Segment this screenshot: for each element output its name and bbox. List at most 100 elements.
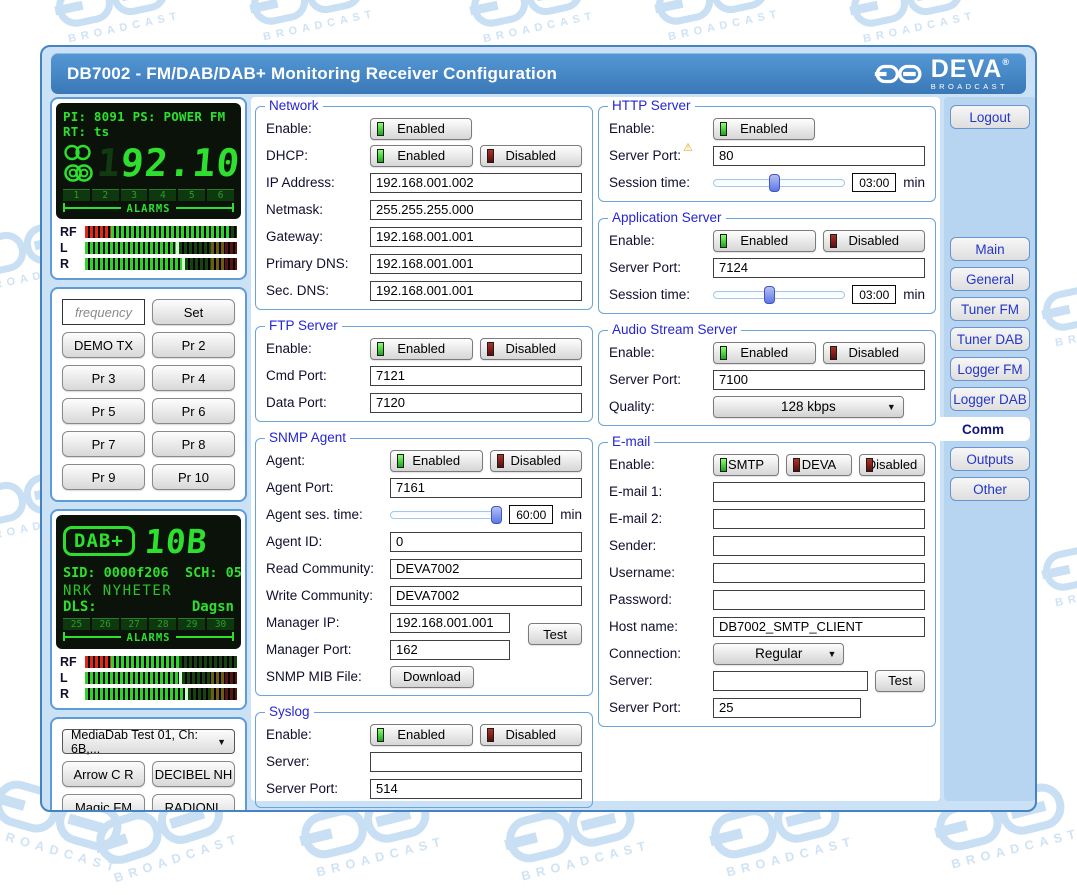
dab-station-select[interactable]: MediaDab Test 01, Ch: 6B,... ▼ (62, 729, 235, 754)
read-community-input[interactable] (390, 559, 582, 579)
e-mail-1-input[interactable] (713, 482, 925, 502)
app-window: DB7002 - FM/DAB/DAB+ Monitoring Receiver… (40, 45, 1037, 812)
session-time-slider[interactable]: 03:00min (713, 173, 925, 192)
led-indicator (793, 458, 800, 472)
frequency-input[interactable] (62, 299, 145, 325)
session-time-slider[interactable]: 03:00min (713, 285, 925, 304)
server-port-input[interactable] (713, 146, 925, 166)
tab-general[interactable]: General (950, 267, 1030, 291)
smtp-button[interactable]: SMTP (713, 454, 779, 476)
slider-handle[interactable] (764, 286, 775, 304)
data-port-input[interactable] (370, 393, 582, 413)
test-button[interactable]: Test (528, 623, 582, 645)
server-port-input[interactable] (713, 370, 925, 390)
dab-preset-button-magic-fm[interactable]: Magic FM (62, 794, 145, 812)
preset-button-pr-4[interactable]: Pr 4 (152, 365, 235, 391)
server-label: Server: (609, 673, 713, 688)
download-button[interactable]: Download (390, 666, 474, 688)
fm-display-panel: PI: 8091 PS: POWER FM RT: ts (50, 97, 247, 280)
tab-tuner-dab[interactable]: Tuner DAB (950, 327, 1030, 351)
server-port-input[interactable] (713, 698, 861, 718)
settings-row: Enable:Enabled (266, 115, 582, 142)
read-community-label: Read Community: (266, 561, 390, 576)
settings-row: IP Address: (266, 169, 582, 196)
preset-button-demo-tx[interactable]: DEMO TX (62, 332, 145, 358)
disabled-button[interactable]: Disabled (823, 342, 926, 364)
preset-button-pr-7[interactable]: Pr 7 (62, 431, 145, 457)
disabled-button[interactable]: Disabled (480, 724, 583, 746)
disabled-button[interactable]: Disabled (823, 230, 926, 252)
sec-dns-input[interactable] (370, 281, 582, 301)
disabled-button[interactable]: Disabled (490, 450, 583, 472)
gateway-input[interactable] (370, 227, 582, 247)
tab-main[interactable]: Main (950, 237, 1030, 261)
tab-comm[interactable]: Comm (936, 417, 1030, 441)
slider-track[interactable] (713, 179, 845, 187)
logout-button[interactable]: Logout (950, 105, 1030, 129)
disabled-button[interactable]: Disabled (480, 338, 583, 360)
disabled-button[interactable]: Disabled (859, 454, 925, 476)
write-community-input[interactable] (390, 586, 582, 606)
server-port-label: Server Port: (609, 700, 713, 715)
enabled-button[interactable]: Enabled (370, 724, 473, 746)
sender-input[interactable] (713, 536, 925, 556)
preset-button-pr-8[interactable]: Pr 8 (152, 431, 235, 457)
manager-port-input[interactable] (390, 640, 510, 660)
agent-ses-time-slider[interactable]: 60:00min (390, 505, 582, 524)
server-input[interactable] (713, 671, 868, 691)
quality-select[interactable]: 128 kbps▼ (713, 396, 904, 418)
preset-button-pr-9[interactable]: Pr 9 (62, 464, 145, 490)
connection-select[interactable]: Regular▼ (713, 643, 844, 665)
cmd-port-input[interactable] (370, 366, 582, 386)
enabled-button[interactable]: Enabled (390, 450, 483, 472)
server-input[interactable] (370, 752, 582, 772)
enabled-button[interactable]: Enabled (713, 342, 816, 364)
dab-preset-button-decibel-nh[interactable]: DECIBEL NH (152, 761, 235, 787)
ip-address-input[interactable] (370, 173, 582, 193)
ip-address-label: IP Address: (266, 175, 370, 190)
settings-row: Data Port: (266, 389, 582, 416)
slider-track[interactable] (713, 291, 845, 299)
dab-preset-button-arrow-c-r[interactable]: Arrow C R (62, 761, 145, 787)
preset-button-pr-2[interactable]: Pr 2 (152, 332, 235, 358)
page-title: DB7002 - FM/DAB/DAB+ Monitoring Receiver… (67, 64, 557, 84)
enabled-button[interactable]: Enabled (370, 338, 473, 360)
password-input[interactable] (713, 590, 925, 610)
enabled-button[interactable]: Enabled (370, 118, 472, 140)
tab-logger-fm[interactable]: Logger FM (950, 357, 1030, 381)
meter-label: RF (60, 225, 80, 239)
e-mail-2-input[interactable] (713, 509, 925, 529)
disabled-button[interactable]: Disabled (480, 145, 583, 167)
slider-handle[interactable] (491, 506, 502, 524)
tab-tuner-fm[interactable]: Tuner FM (950, 297, 1030, 321)
enable-label: Enable: (266, 341, 370, 356)
slider-track[interactable] (390, 511, 502, 519)
enabled-button[interactable]: Enabled (713, 118, 815, 140)
preset-button-pr-3[interactable]: Pr 3 (62, 365, 145, 391)
server-port-input[interactable] (370, 779, 582, 799)
section-snmp-agent: SNMP AgentAgent:EnabledDisabledAgent Por… (255, 438, 593, 696)
enabled-button[interactable]: Enabled (370, 145, 473, 167)
alarm-cell: 26 (92, 618, 119, 630)
slider-handle[interactable] (769, 174, 780, 192)
dab-preset-button-radionl[interactable]: RADIONL (152, 794, 235, 812)
tab-logger-dab[interactable]: Logger DAB (950, 387, 1030, 411)
settings-row: Quality:128 kbps▼ (609, 393, 925, 420)
username-input[interactable] (713, 563, 925, 583)
preset-button-pr-5[interactable]: Pr 5 (62, 398, 145, 424)
manager-ip-input[interactable] (390, 613, 510, 633)
tab-outputs[interactable]: Outputs (950, 447, 1030, 471)
server-port-input[interactable] (713, 258, 925, 278)
tab-other[interactable]: Other (950, 477, 1030, 501)
host-name-input[interactable] (713, 617, 925, 637)
netmask-input[interactable] (370, 200, 582, 220)
preset-button-pr-10[interactable]: Pr 10 (152, 464, 235, 490)
preset-button-pr-6[interactable]: Pr 6 (152, 398, 235, 424)
test-button[interactable]: Test (875, 670, 925, 692)
agent-port-input[interactable] (390, 478, 582, 498)
deva-button[interactable]: DEVA (786, 454, 852, 476)
agent-id-input[interactable] (390, 532, 582, 552)
enabled-button[interactable]: Enabled (713, 230, 816, 252)
set-button[interactable]: Set (152, 299, 235, 325)
primary-dns-input[interactable] (370, 254, 582, 274)
